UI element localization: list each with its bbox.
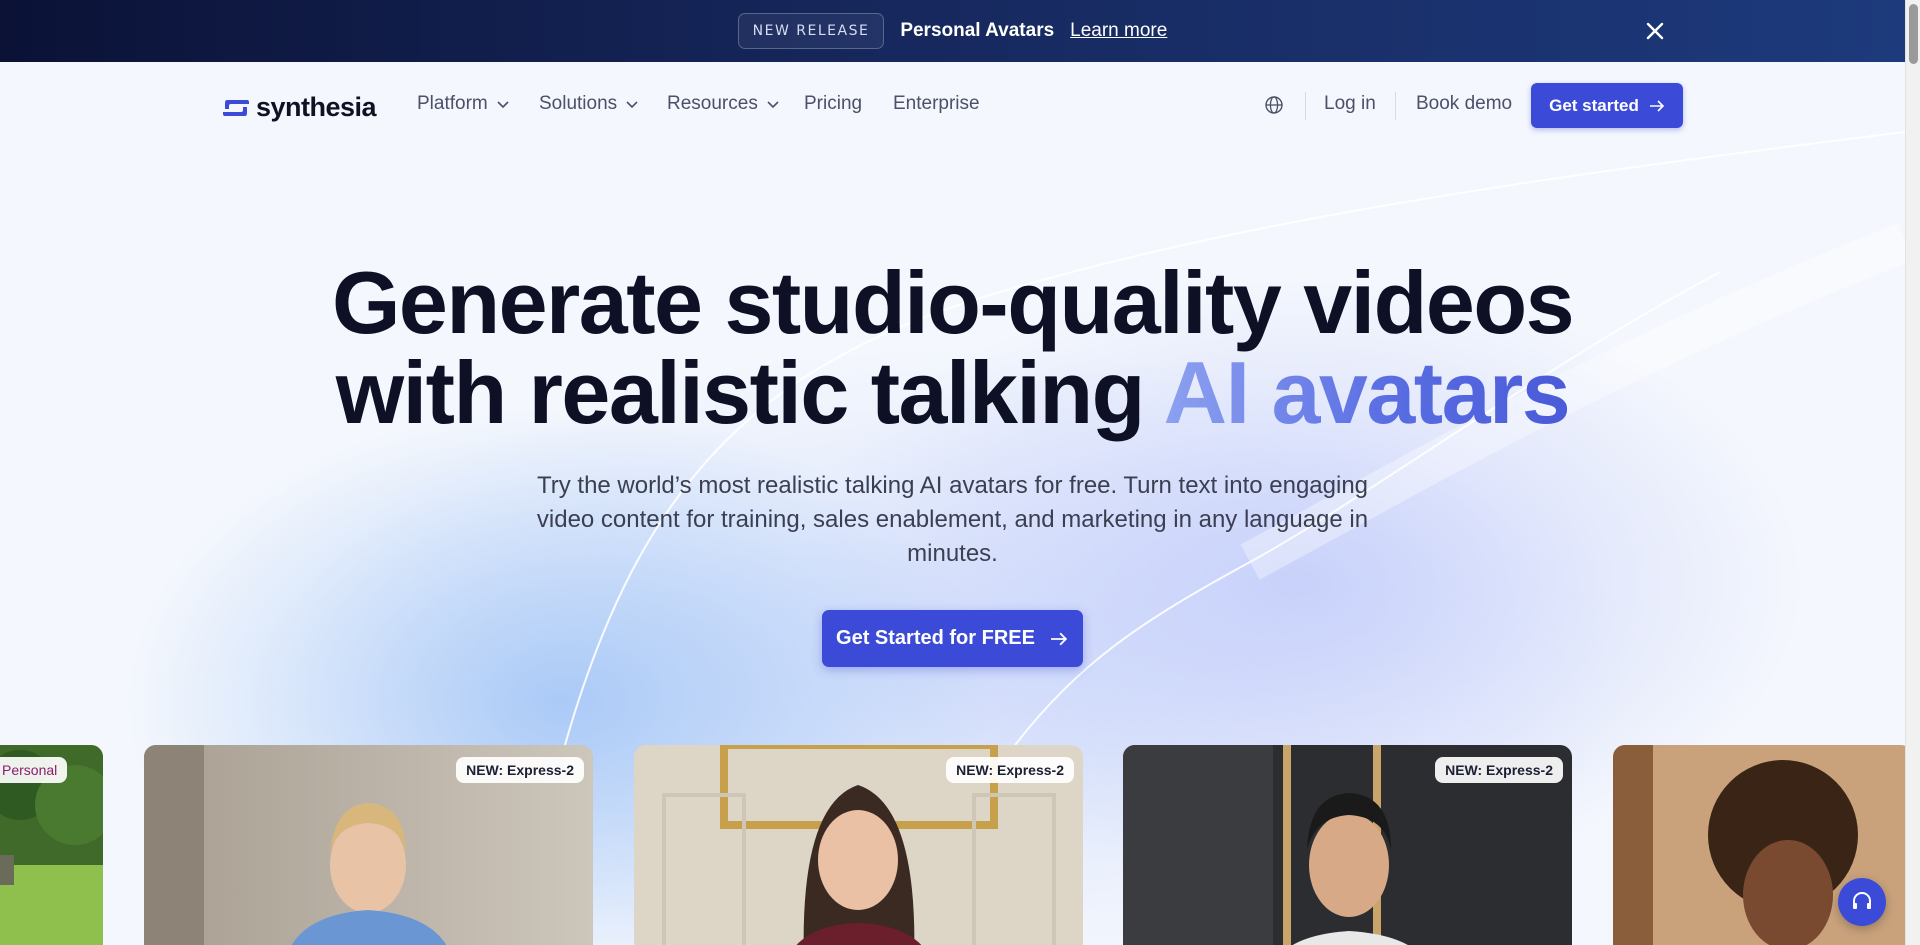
arrow-right-icon (1649, 99, 1665, 112)
chevron-down-icon (626, 100, 638, 108)
scrollbar-thumb[interactable] (1909, 4, 1918, 64)
card-badge: NEW: Express-2 (456, 757, 584, 783)
avatar-card[interactable]: NEW: Express-2 (1123, 745, 1572, 945)
headline-line-2: with realistic talking (335, 343, 1164, 442)
synthesia-logo-icon (223, 99, 249, 116)
close-icon[interactable] (1642, 18, 1668, 44)
nav-platform-label: Platform (417, 93, 488, 114)
hero-subtext: Try the world’s most realistic talking A… (536, 472, 1369, 567)
headset-icon (1853, 892, 1871, 909)
nav-divider (1395, 92, 1396, 120)
card-badge: Personal (0, 757, 68, 783)
card-badge: NEW: Express-2 (946, 757, 1074, 783)
login-label: Log in (1324, 93, 1376, 114)
chevron-down-icon (497, 100, 509, 108)
nav-solutions[interactable]: Solutions (539, 93, 639, 115)
book-demo-label: Book demo (1416, 93, 1513, 114)
avatar-card[interactable]: Personal (0, 745, 103, 945)
arrow-right-icon (1050, 632, 1068, 645)
cta-label: Get Started for FREE (836, 627, 1035, 649)
nav-enterprise-label: Enterprise (893, 93, 980, 114)
get-started-button[interactable]: Get started (1531, 83, 1683, 128)
login-link[interactable]: Log in (1324, 93, 1376, 115)
nav-resources-label: Resources (667, 93, 758, 114)
avatar-card[interactable]: NEW: Express-2 (634, 745, 1083, 945)
headline-line-1: Generate studio-quality videos (331, 253, 1575, 352)
brand-name: synthesia (256, 92, 377, 122)
book-demo-link[interactable]: Book demo (1416, 93, 1512, 115)
support-chat-button[interactable] (1838, 878, 1886, 926)
nav-platform[interactable]: Platform (417, 93, 510, 115)
hero-headline: Generate studio-quality videos with real… (0, 258, 1905, 438)
get-started-label: Get started (1549, 95, 1639, 115)
page-scrollbar[interactable] (1905, 0, 1920, 945)
announcement-bar: NEW RELEASE Personal Avatars Learn more (0, 0, 1905, 62)
synthesia-logo[interactable]: synthesia (222, 92, 377, 123)
nav-enterprise[interactable]: Enterprise (893, 93, 980, 115)
nav-pricing[interactable]: Pricing (804, 93, 862, 115)
nav-divider (1305, 92, 1306, 120)
nav-solutions-label: Solutions (539, 93, 618, 114)
announcement-title: Personal Avatars (900, 20, 1055, 41)
nav-resources[interactable]: Resources (667, 93, 780, 115)
get-started-free-button[interactable]: Get Started for FREE (822, 610, 1083, 667)
avatar-card[interactable]: NEW: Express-2 (144, 745, 593, 945)
headline-accent: AI avatars (1163, 343, 1571, 442)
learn-more-link[interactable]: Learn more (1070, 20, 1167, 42)
nav-pricing-label: Pricing (804, 93, 863, 114)
globe-icon[interactable] (1264, 95, 1284, 115)
chevron-down-icon (767, 100, 779, 108)
new-release-tag: NEW RELEASE (737, 13, 885, 49)
card-badge: NEW: Express-2 (1435, 757, 1563, 783)
